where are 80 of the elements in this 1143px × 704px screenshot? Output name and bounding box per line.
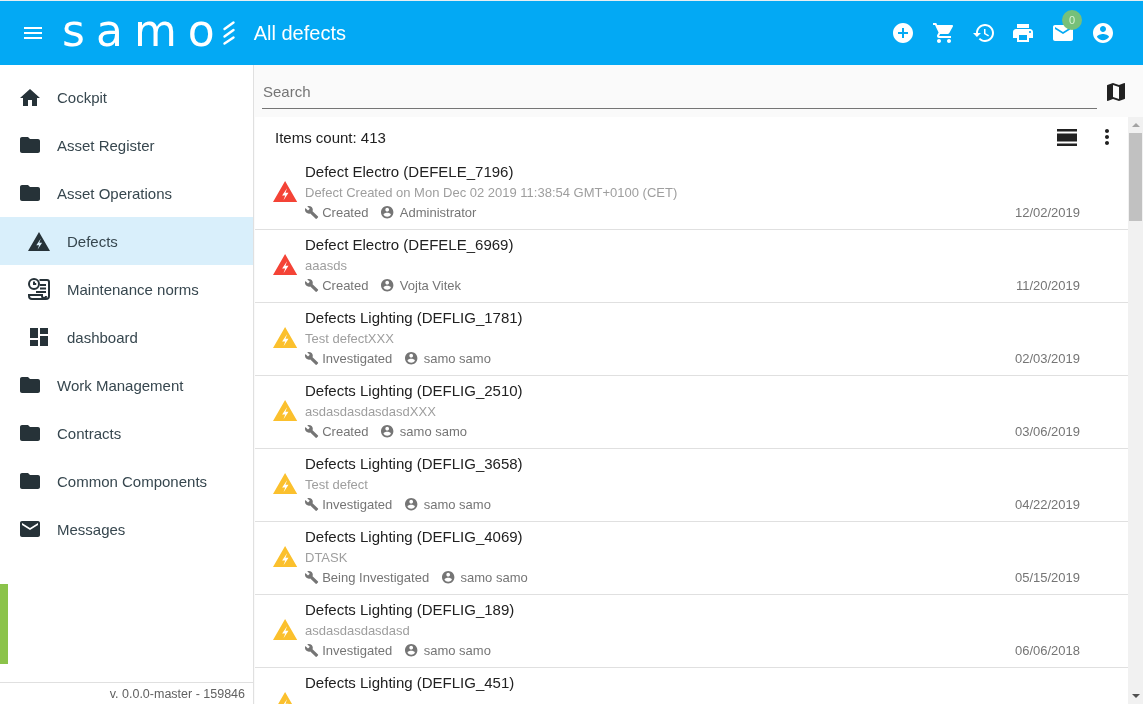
defect-description: asdasdasdasdasd — [305, 621, 410, 640]
page-title: All defects — [253, 21, 346, 45]
defect-title: Defects Lighting (DEFLIG_1781) — [305, 307, 523, 328]
user-name: samo samo — [423, 497, 491, 512]
sidebar-item[interactable]: Cockpit — [0, 73, 253, 121]
folder-icon — [20, 137, 40, 153]
scrollbar-thumb[interactable] — [1129, 133, 1142, 221]
sidebar-item[interactable]: Work Management — [0, 361, 253, 409]
logo-stripes-icon — [222, 21, 235, 45]
sidebar-item[interactable]: Messages — [0, 505, 253, 553]
defect-title: Defects Lighting (DEFLIG_3658) — [305, 453, 523, 474]
defect-title: Defects Lighting (DEFLIG_451) — [305, 672, 515, 693]
folder-icon — [20, 473, 40, 489]
defect-description: asdasdasdasdasdXXX — [305, 402, 436, 421]
items-count: Items count: 413 — [275, 128, 386, 146]
scroll-clock-icon — [28, 278, 50, 300]
home-icon — [20, 88, 40, 106]
search-field[interactable]: Search — [262, 75, 1097, 109]
sidebar-item[interactable]: Common Components — [0, 457, 253, 505]
user-name: samo samo — [399, 424, 468, 439]
status-label: Created — [322, 278, 369, 293]
warning-bolt-icon — [28, 231, 50, 251]
folder-icon — [20, 377, 40, 393]
wrench-icon — [305, 644, 319, 657]
user-name: Administrator — [399, 205, 477, 220]
wrench-icon — [305, 279, 319, 292]
user-name: samo samo — [423, 351, 491, 366]
history-icon[interactable] — [972, 24, 994, 42]
unread-count-badge: 0 — [1062, 10, 1082, 30]
menu-icon[interactable] — [24, 27, 42, 39]
date-label: 12/02/2019 — [1014, 205, 1080, 220]
mail-icon — [20, 521, 40, 537]
cart-icon[interactable] — [932, 23, 954, 43]
wrench-icon — [305, 498, 319, 511]
mail-icon[interactable] — [1053, 25, 1073, 41]
status-label: Being Investigated — [322, 570, 430, 585]
printer-icon[interactable] — [1013, 24, 1033, 42]
defect-description: DTASK — [305, 548, 348, 567]
app-logo: samo — [62, 9, 226, 53]
scroll-down-icon[interactable] — [1131, 694, 1140, 698]
date-label: 11/20/2019 — [1015, 278, 1080, 293]
wrench-icon — [305, 425, 319, 438]
defect-description: Defect Created on Mon Dec 02 2019 11:38:54 GMT+0100 (CET) — [305, 183, 678, 202]
wrench-icon — [305, 571, 319, 584]
sidebar-item[interactable]: Contracts — [0, 409, 253, 457]
sidebar-item[interactable]: dashboard — [0, 313, 253, 361]
wrench-icon — [305, 206, 319, 219]
user-name: Vojta Vitek — [399, 278, 462, 293]
user-name: samo samo — [423, 643, 491, 658]
folder-icon — [20, 425, 40, 441]
status-label: Investigated — [322, 643, 393, 658]
defect-title: Defects Lighting (DEFLIG_189) — [305, 599, 515, 620]
defect-title: Defects Lighting (DEFLIG_4069) — [305, 526, 523, 547]
status-label: Investigated — [322, 351, 393, 366]
dashboard-icon — [30, 328, 48, 346]
status-label: Investigated — [322, 497, 393, 512]
defect-description: aaasds — [305, 256, 347, 275]
defect-description: Test defect — [305, 475, 368, 494]
user-name: samo samo — [460, 570, 528, 585]
folder-icon — [20, 185, 40, 201]
sidebar-item[interactable]: Asset Register — [0, 121, 253, 169]
more-vertical-icon[interactable] — [1105, 129, 1109, 145]
version-label: v. 0.0.0-master - 159846 — [109, 686, 245, 701]
date-label: 06/06/2018 — [1014, 643, 1080, 658]
sidebar-item[interactable]: Asset Operations — [0, 169, 253, 217]
status-label: Created — [322, 205, 369, 220]
date-label: 03/06/2019 — [1014, 424, 1080, 439]
defect-description: Test defectXXX — [305, 329, 394, 348]
side-handle[interactable] — [0, 584, 8, 664]
date-label: 04/22/2019 — [1014, 497, 1080, 512]
wrench-icon — [305, 352, 319, 365]
sidebar-item[interactable]: Defects — [0, 217, 253, 265]
date-label: 05/15/2019 — [1014, 570, 1080, 585]
sidebar-item[interactable]: Maintenance norms — [0, 265, 253, 313]
date-label: 02/03/2019 — [1014, 351, 1080, 366]
defect-title: Defects Lighting (DEFLIG_2510) — [305, 380, 523, 401]
status-label: Created — [322, 424, 369, 439]
scroll-up-icon[interactable] — [1131, 123, 1140, 127]
defect-title: Defect Electro (DEFELE_6969) — [305, 234, 514, 255]
defect-title: Defect Electro (DEFELE_7196) — [305, 161, 514, 182]
